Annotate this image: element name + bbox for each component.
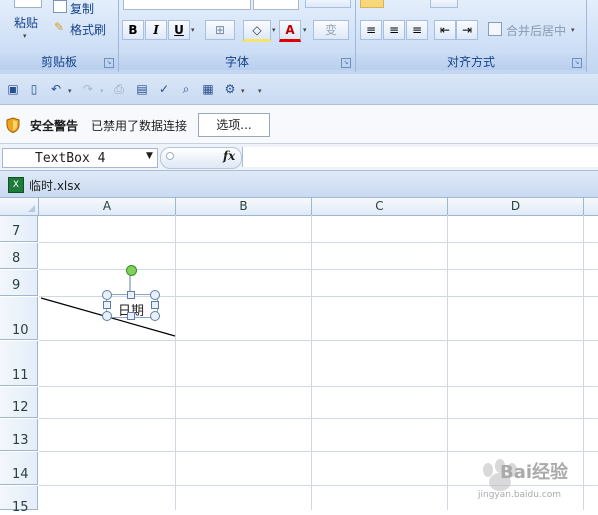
- clipboard-group-label: 剪贴板: [0, 54, 118, 70]
- italic-button[interactable]: I: [145, 20, 167, 40]
- chevron-down-icon[interactable]: ▾: [68, 87, 72, 95]
- chevron-down-icon[interactable]: ▾: [23, 32, 27, 40]
- watermark-url: jingyan.baidu.com: [478, 490, 562, 500]
- format-painter-button[interactable]: 格式刷: [70, 21, 106, 38]
- tools-icon[interactable]: ⚙: [223, 82, 237, 96]
- resize-handle[interactable]: [103, 301, 111, 309]
- bold-button[interactable]: B: [122, 20, 144, 40]
- chevron-down-icon[interactable]: ▾: [571, 26, 575, 34]
- print-preview-icon[interactable]: ▤: [135, 82, 149, 96]
- font-size-select[interactable]: [253, 0, 299, 10]
- resize-handle[interactable]: [150, 290, 160, 300]
- resize-handle[interactable]: [127, 291, 135, 299]
- name-box-value: TextBox 4: [35, 151, 106, 166]
- underline-button[interactable]: U: [168, 20, 190, 40]
- watermark-brand: Bai经验: [500, 462, 569, 483]
- workbook-name: 临时.xlsx: [29, 179, 81, 193]
- shield-icon: [6, 117, 20, 133]
- chevron-down-icon[interactable]: ▼: [146, 151, 153, 161]
- font-group-label: 字体: [119, 54, 355, 70]
- format-painter-icon: ✎: [54, 20, 65, 34]
- align-left-button[interactable]: ≡: [360, 20, 382, 40]
- resize-handle[interactable]: [127, 312, 135, 320]
- resize-handle[interactable]: [102, 311, 112, 321]
- formula-input[interactable]: [242, 147, 598, 167]
- copy-button[interactable]: 复制: [70, 0, 94, 17]
- clipboard-group: 粘贴 ▾ 复制 ✎ 格式刷 剪贴板 ↘: [0, 0, 119, 72]
- rotation-handle[interactable]: [126, 265, 137, 276]
- cancel-icon[interactable]: [166, 152, 174, 160]
- gridlines-icon[interactable]: ▦: [201, 82, 215, 96]
- ribbon: 粘贴 ▾ 复制 ✎ 格式刷 剪贴板 ↘ B I U ▾ ⊞ ◇ ▾ A ▾ 变 …: [0, 0, 598, 75]
- quick-access-toolbar: ▣ ▯ ↶ ▾ ↷ ▾ ⎙ ▤ ✓ ⌕ ▦ ⚙ ▾ ▾: [0, 74, 598, 105]
- paste-icon: [14, 0, 42, 8]
- security-warning-title: 安全警告: [30, 119, 79, 133]
- chevron-down-icon[interactable]: ▾: [303, 26, 307, 34]
- resize-handle[interactable]: [151, 301, 159, 309]
- undo-icon[interactable]: ↶: [49, 82, 63, 96]
- dialog-launcher-icon[interactable]: ↘: [572, 58, 582, 68]
- decrease-indent-button[interactable]: ⇤: [434, 20, 456, 40]
- phonetic-button[interactable]: 变: [313, 20, 349, 40]
- font-group: B I U ▾ ⊞ ◇ ▾ A ▾ 变 字体 ↘: [119, 0, 356, 72]
- new-document-icon[interactable]: ▯: [27, 82, 41, 96]
- spelling-icon[interactable]: ✓: [157, 82, 171, 96]
- alignment-group-label: 对齐方式: [356, 54, 586, 70]
- chevron-down-icon[interactable]: ▾: [272, 26, 276, 34]
- merge-center-button[interactable]: 合并后居中: [506, 22, 566, 39]
- fill-color-icon[interactable]: ◇: [243, 20, 271, 42]
- dialog-launcher-icon[interactable]: ↘: [104, 58, 114, 68]
- chevron-down-icon[interactable]: ▾: [241, 87, 245, 95]
- name-box[interactable]: TextBox 4 ▼: [2, 148, 158, 168]
- security-warning-bar: 安全警告 已禁用了数据连接 选项...: [0, 105, 598, 144]
- merge-icon: [488, 22, 502, 36]
- increase-indent-button[interactable]: ⇥: [456, 20, 478, 40]
- wrap-text-icon[interactable]: [360, 0, 384, 8]
- quick-print-icon[interactable]: ⎙: [112, 82, 126, 96]
- align-center-button[interactable]: ≡: [383, 20, 405, 40]
- border-button[interactable]: ⊞: [205, 20, 235, 40]
- phonetic-label: 变: [324, 23, 337, 37]
- save-icon[interactable]: ▣: [6, 82, 20, 96]
- align-right-button[interactable]: ≡: [406, 20, 428, 40]
- dialog-launcher-icon[interactable]: ↘: [341, 58, 351, 68]
- excel-file-icon: X: [8, 177, 24, 193]
- chevron-down-icon[interactable]: ▾: [191, 26, 195, 34]
- zoom-icon[interactable]: ⌕: [179, 82, 193, 96]
- resize-handle[interactable]: [102, 290, 112, 300]
- chevron-down-icon[interactable]: ▾: [100, 87, 104, 95]
- alignment-group: ≡ ≡ ≡ ⇤ ⇥ 合并后居中 ▾ 对齐方式 ↘: [356, 0, 587, 72]
- orientation-button[interactable]: [430, 0, 458, 8]
- resize-handle[interactable]: [150, 311, 160, 321]
- paste-button[interactable]: 粘贴: [14, 14, 38, 31]
- customize-qat-icon[interactable]: ▾: [258, 87, 262, 95]
- font-color-button[interactable]: A: [279, 20, 301, 42]
- font-name-select[interactable]: [123, 0, 251, 10]
- options-button[interactable]: 选项...: [198, 113, 270, 137]
- redo-icon[interactable]: ↷: [81, 82, 95, 96]
- security-warning-message: 已禁用了数据连接: [91, 119, 188, 133]
- copy-icon: [53, 0, 67, 13]
- insert-function-button[interactable]: fx: [223, 149, 235, 163]
- workbook-title-bar: X 临时.xlsx: [0, 171, 598, 198]
- grow-font-button[interactable]: [305, 0, 351, 8]
